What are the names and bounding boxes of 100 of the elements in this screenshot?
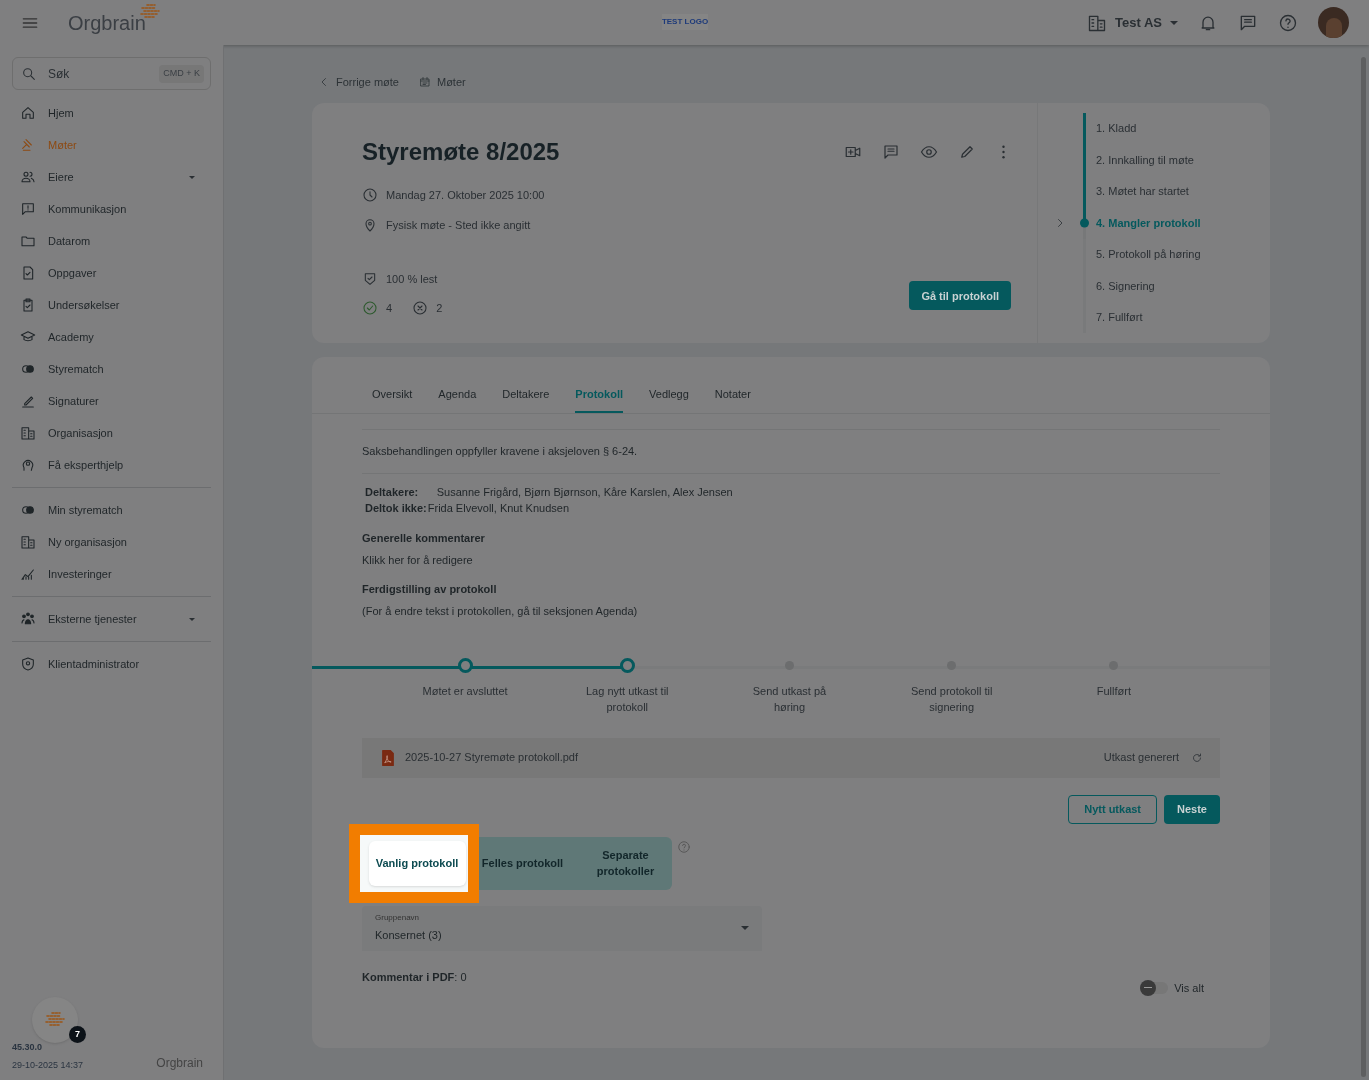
breadcrumb-link[interactable]: Forrige møte xyxy=(318,73,399,91)
sidebar-item[interactable]: Klientadministrator xyxy=(12,648,211,680)
legal-statement: Saksbehandlingen oppfyller kravene i aksjeloven § 6-24. xyxy=(362,429,1220,474)
eye-icon xyxy=(920,143,938,161)
sidebar-item[interactable]: Signaturer xyxy=(12,385,211,417)
show-all-toggle[interactable]: Vis alt xyxy=(1140,979,1204,996)
status-step: 3. Møtet har startet xyxy=(1096,183,1189,200)
people-icon xyxy=(20,169,36,185)
version-text: 45.30.0 xyxy=(12,1041,44,1054)
sidebar-item[interactable]: Hjem xyxy=(12,97,211,129)
section-heading: Generelle kommentarer xyxy=(362,530,486,546)
clipboard-check-icon xyxy=(20,297,36,313)
folder-icon xyxy=(20,233,36,249)
sidebar-item[interactable]: Organisasjon xyxy=(12,417,211,449)
sidebar-item[interactable]: Kommunikasjon xyxy=(12,193,211,225)
clock-icon xyxy=(362,187,378,204)
help-button[interactable] xyxy=(1278,12,1298,33)
protocol-type-option[interactable]: Felles protokoll xyxy=(476,840,569,886)
sidebar-item[interactable]: Investeringer xyxy=(12,558,211,590)
preview-button[interactable] xyxy=(920,143,938,161)
company-logo: TEST LOGO xyxy=(662,14,708,30)
tab[interactable]: Oversikt xyxy=(372,377,413,413)
protocol-type-option[interactable]: Vanlig protokoll xyxy=(368,840,466,886)
check-circle-icon xyxy=(362,299,378,316)
timestamp-text: 29-10-2025 14:37 xyxy=(12,1058,84,1072)
shield-icon xyxy=(20,656,36,672)
assistant-button[interactable] xyxy=(32,997,78,1043)
breadcrumb-link[interactable]: Møter xyxy=(418,73,466,91)
tab[interactable]: Notater xyxy=(714,377,751,413)
file-name: 2025-10-27 Styremøte protokoll.pdf xyxy=(405,750,579,766)
progress-label: Møtet er avsluttet xyxy=(421,683,509,699)
sidebar-item[interactable]: Eiere xyxy=(12,161,211,193)
help-icon xyxy=(677,839,691,854)
meeting-title: Styremøte 8/2025 xyxy=(362,137,560,167)
group-select[interactable]: Gruppenavn Konsernet (3) xyxy=(362,905,762,951)
edit-comments-link[interactable]: Klikk her for å redigere xyxy=(362,552,1220,569)
tab[interactable]: Agenda xyxy=(438,377,477,413)
status-step: 7. Fullført xyxy=(1096,309,1143,326)
meeting-date: Mandag 27. Oktober 2025 10:00 xyxy=(386,188,545,203)
comment-icon xyxy=(882,143,900,161)
line-chart-icon xyxy=(20,566,36,582)
new-draft-button[interactable]: Nytt utkast xyxy=(1068,794,1158,824)
people-group-icon xyxy=(20,611,36,627)
sidebar-item[interactable]: Datarom xyxy=(12,225,211,257)
building-icon xyxy=(20,534,36,550)
pen-icon xyxy=(20,393,36,409)
organization-switcher[interactable]: Test AS xyxy=(1087,12,1178,33)
calendar-icon xyxy=(418,76,431,88)
progress-label: Lag nytt utkast til protokoll xyxy=(585,683,670,715)
absent-label: Deltok ikke: xyxy=(365,500,427,516)
status-step: 2. Innkalling til møte xyxy=(1096,151,1194,169)
sidebar-item[interactable]: Få eksperthjelp xyxy=(12,449,211,481)
document-check-icon xyxy=(20,265,36,281)
caret-icon xyxy=(741,926,749,930)
help-button[interactable] xyxy=(677,839,691,854)
message-alert-icon xyxy=(20,201,36,217)
sidebar-item[interactable]: Styrematch xyxy=(12,353,211,385)
participants-label: Deltakere: xyxy=(365,484,420,500)
status-step: 1. Kladd xyxy=(1096,120,1137,137)
help-icon xyxy=(1278,12,1298,33)
accepted-count: 4 xyxy=(386,300,393,316)
comment-button[interactable] xyxy=(882,143,900,161)
footer-logo-text: Orgbrain xyxy=(156,1055,203,1072)
status-step: 5. Protokoll på høring xyxy=(1096,246,1201,263)
refresh-button[interactable] xyxy=(1191,751,1203,764)
participants-list: Susanne Frigård, Bjørn Bjørnson, Kåre Karslen, Alex Jensen xyxy=(436,483,1220,500)
go-to-protocol-button[interactable]: Gå til protokoll xyxy=(909,281,1011,311)
field-label: Gruppenavn xyxy=(375,912,421,925)
caret-icon xyxy=(1170,20,1178,25)
sidebar-item[interactable]: Undersøkelser xyxy=(12,289,211,321)
file-status: Utkast generert xyxy=(1103,750,1179,766)
sidebar-item[interactable]: Eksterne tjenester xyxy=(12,603,211,635)
building-icon xyxy=(20,425,36,441)
sidebar-item[interactable]: Academy xyxy=(12,321,211,353)
shield-check-icon xyxy=(362,271,378,288)
meeting-location: Fysisk møte - Sted ikke angitt xyxy=(386,217,531,233)
sidebar-item[interactable]: Min styrematch xyxy=(12,494,211,526)
protocol-type-option[interactable]: Separate protokoller xyxy=(579,840,672,886)
tab[interactable]: Vedlegg xyxy=(649,377,689,413)
tab[interactable]: Deltakere xyxy=(502,377,550,413)
tab[interactable]: Protokoll xyxy=(575,377,624,413)
next-button[interactable]: Neste xyxy=(1164,794,1220,824)
progress-label: Send utkast på høring xyxy=(751,683,828,715)
absent-list: Frida Elvevoll, Knut Knudsen xyxy=(426,499,1220,516)
pdf-comment-count: Kommentar i PDF: 0 xyxy=(362,969,467,985)
caret-icon xyxy=(189,175,195,179)
sidebar-item[interactable]: Ny organisasjon xyxy=(12,526,211,558)
more-vertical-icon xyxy=(1002,145,1005,159)
file-row[interactable]: 2025-10-27 Styremøte protokoll.pdf Utkast generert xyxy=(362,737,1220,778)
logo-text: Orgbrain xyxy=(68,10,146,36)
x-circle-icon xyxy=(412,299,429,316)
avatar[interactable] xyxy=(1318,7,1349,38)
edit-button[interactable] xyxy=(958,143,976,161)
sidebar-item[interactable]: Oppgaver xyxy=(12,257,211,289)
refresh-icon xyxy=(1191,751,1203,764)
progress-label: Fullført xyxy=(1095,683,1132,699)
caret-icon xyxy=(189,617,195,621)
home-icon xyxy=(20,105,36,121)
notification-badge: 7 xyxy=(69,1026,86,1043)
declined-count: 2 xyxy=(436,300,443,316)
